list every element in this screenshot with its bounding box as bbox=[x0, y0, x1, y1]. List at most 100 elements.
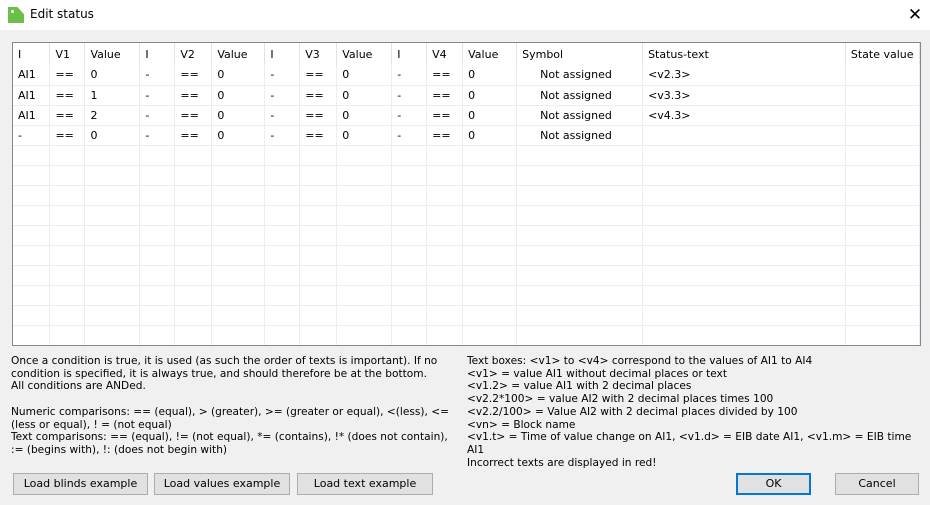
table-cell[interactable] bbox=[462, 285, 518, 306]
table-cell[interactable] bbox=[516, 205, 644, 226]
table-row[interactable] bbox=[13, 285, 920, 306]
table-cell[interactable] bbox=[211, 245, 266, 266]
table-cell[interactable] bbox=[299, 165, 338, 186]
table-cell[interactable]: - bbox=[391, 125, 428, 146]
table-cell[interactable] bbox=[211, 285, 266, 306]
table-cell[interactable] bbox=[299, 245, 338, 266]
status-grid[interactable]: I V1 Value I V2 Value I V3 Value I V4 Value Symbol St… bbox=[12, 42, 921, 346]
table-cell[interactable] bbox=[49, 325, 86, 345]
table-cell[interactable] bbox=[211, 305, 266, 326]
table-cell[interactable] bbox=[299, 185, 338, 206]
table-cell[interactable] bbox=[264, 145, 301, 166]
table-cell[interactable] bbox=[49, 265, 86, 286]
table-cell[interactable] bbox=[845, 285, 920, 306]
table-cell[interactable] bbox=[13, 165, 51, 186]
table-cell[interactable] bbox=[516, 325, 644, 345]
table-cell[interactable] bbox=[391, 145, 428, 166]
column-header[interactable]: Symbol bbox=[516, 43, 644, 65]
table-cell[interactable]: 0 bbox=[211, 85, 266, 106]
table-cell[interactable] bbox=[642, 125, 846, 146]
table-cell[interactable] bbox=[391, 245, 428, 266]
table-cell[interactable] bbox=[174, 325, 213, 345]
table-cell[interactable] bbox=[84, 205, 141, 226]
column-header[interactable]: Status-text bbox=[642, 43, 846, 65]
column-header[interactable]: Value bbox=[336, 43, 393, 65]
table-cell[interactable] bbox=[49, 185, 86, 206]
close-icon[interactable]: ✕ bbox=[900, 0, 930, 30]
table-cell[interactable] bbox=[211, 185, 266, 206]
table-row[interactable] bbox=[13, 165, 920, 186]
table-cell[interactable] bbox=[84, 265, 141, 286]
table-cell[interactable] bbox=[13, 245, 51, 266]
table-cell[interactable] bbox=[49, 165, 86, 186]
table-cell[interactable]: == bbox=[174, 65, 213, 86]
table-cell[interactable] bbox=[139, 165, 176, 186]
table-cell[interactable]: == bbox=[49, 125, 86, 146]
table-cell[interactable] bbox=[845, 325, 920, 345]
table-cell[interactable] bbox=[264, 305, 301, 326]
table-cell[interactable]: 0 bbox=[462, 105, 518, 126]
column-header[interactable]: I bbox=[391, 43, 428, 65]
table-cell[interactable] bbox=[391, 265, 428, 286]
table-row[interactable]: AI1 == 0- == 0- == 0- == 0 Not assigned <v2.3> bbox=[13, 65, 920, 86]
table-cell[interactable]: - bbox=[139, 125, 176, 146]
table-row[interactable]: AI1 == 2- == 0- == 0- == 0 Not assigned <v4.3> bbox=[13, 105, 920, 126]
table-cell[interactable]: 1 bbox=[84, 85, 141, 106]
table-cell[interactable]: 0 bbox=[211, 125, 266, 146]
table-cell[interactable]: == bbox=[426, 65, 464, 86]
table-cell[interactable] bbox=[139, 245, 176, 266]
column-header[interactable]: Value bbox=[462, 43, 518, 65]
table-cell[interactable]: Not assigned bbox=[516, 125, 644, 146]
cancel-button[interactable]: Cancel bbox=[835, 473, 919, 495]
table-cell[interactable] bbox=[264, 225, 301, 246]
table-cell[interactable]: - bbox=[391, 85, 428, 106]
table-cell[interactable] bbox=[211, 165, 266, 186]
column-header[interactable]: I bbox=[264, 43, 301, 65]
table-cell[interactable]: 0 bbox=[462, 85, 518, 106]
table-cell[interactable] bbox=[49, 285, 86, 306]
table-cell[interactable]: <v3.3> bbox=[642, 85, 846, 106]
table-cell[interactable] bbox=[299, 225, 338, 246]
table-cell[interactable] bbox=[642, 165, 846, 186]
table-cell[interactable]: - bbox=[139, 65, 176, 86]
table-row[interactable] bbox=[13, 245, 920, 266]
table-cell[interactable] bbox=[211, 325, 266, 345]
table-cell[interactable] bbox=[139, 205, 176, 226]
table-cell[interactable] bbox=[13, 305, 51, 326]
table-cell[interactable] bbox=[845, 265, 920, 286]
table-cell[interactable]: - bbox=[391, 65, 428, 86]
table-cell[interactable]: <v2.3> bbox=[642, 65, 846, 86]
table-cell[interactable] bbox=[174, 245, 213, 266]
table-row[interactable]: AI1 == 1- == 0- == 0- == 0 Not assigned <v3.3> bbox=[13, 85, 920, 106]
table-cell[interactable]: Not assigned bbox=[516, 65, 644, 86]
table-cell[interactable]: 0 bbox=[336, 105, 393, 126]
table-cell[interactable] bbox=[391, 285, 428, 306]
table-cell[interactable] bbox=[845, 245, 920, 266]
table-cell[interactable] bbox=[84, 305, 141, 326]
table-cell[interactable]: Not assigned bbox=[516, 85, 644, 106]
table-cell[interactable] bbox=[845, 205, 920, 226]
table-cell[interactable]: == bbox=[49, 65, 86, 86]
table-cell[interactable] bbox=[174, 265, 213, 286]
table-cell[interactable] bbox=[426, 145, 464, 166]
table-cell[interactable]: 0 bbox=[84, 125, 141, 146]
table-cell[interactable] bbox=[845, 225, 920, 246]
table-cell[interactable] bbox=[13, 145, 51, 166]
table-cell[interactable]: AI1 bbox=[13, 105, 51, 126]
table-cell[interactable] bbox=[642, 305, 846, 326]
table-cell[interactable] bbox=[462, 145, 518, 166]
table-cell[interactable] bbox=[84, 165, 141, 186]
table-cell[interactable] bbox=[336, 185, 393, 206]
table-cell[interactable] bbox=[174, 225, 213, 246]
ok-button[interactable]: OK bbox=[736, 473, 811, 495]
table-cell[interactable]: - bbox=[264, 125, 301, 146]
table-cell[interactable] bbox=[462, 305, 518, 326]
load-text-example-button[interactable]: Load text example bbox=[297, 473, 433, 495]
table-cell[interactable] bbox=[49, 225, 86, 246]
table-cell[interactable] bbox=[845, 125, 920, 146]
column-header[interactable]: I bbox=[13, 43, 51, 65]
table-cell[interactable]: 2 bbox=[84, 105, 141, 126]
column-header[interactable]: V1 bbox=[49, 43, 86, 65]
table-cell[interactable]: == bbox=[426, 105, 464, 126]
table-cell[interactable] bbox=[139, 285, 176, 306]
